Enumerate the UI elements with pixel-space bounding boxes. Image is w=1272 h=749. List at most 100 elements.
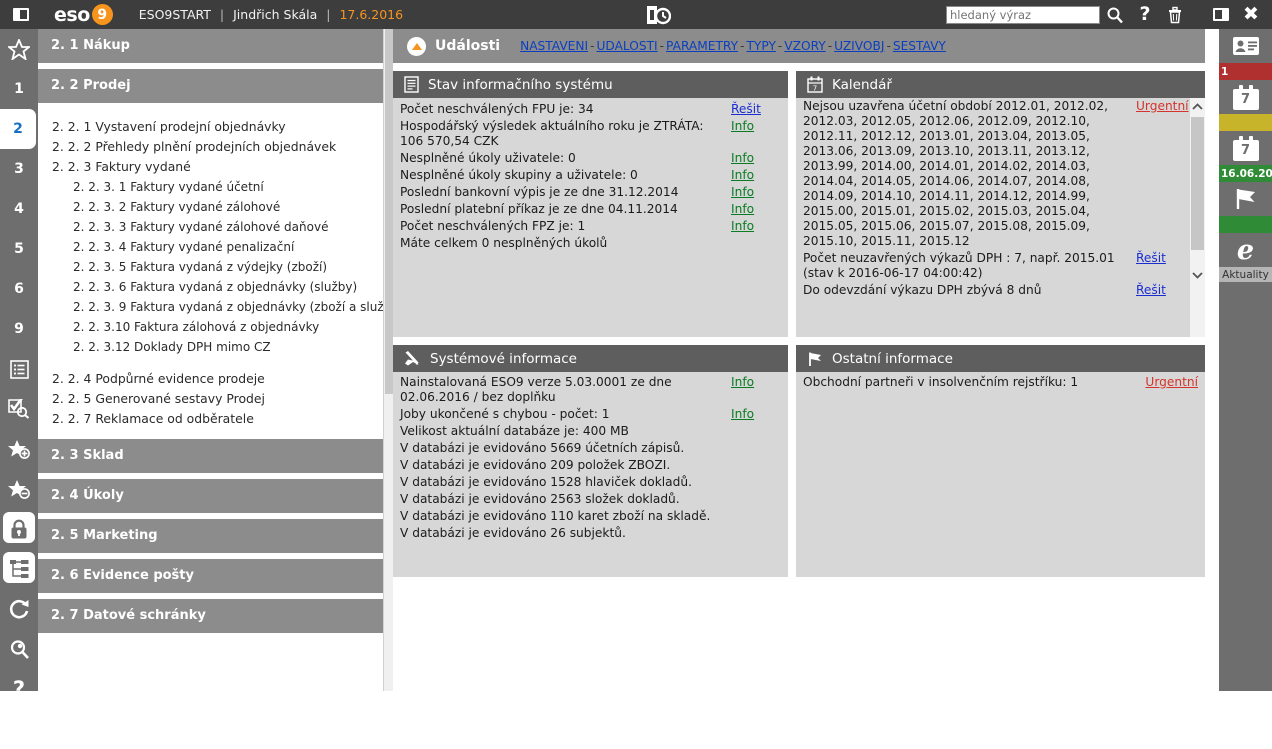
sidebar-item-sitemap[interactable] (0, 549, 38, 589)
row-text: Počet neschválených FPU je: 34 (400, 102, 731, 117)
info-link[interactable]: Info (731, 202, 754, 216)
flag-icon[interactable] (1219, 182, 1272, 216)
sidebar-item-zoom[interactable] (0, 629, 38, 669)
link-typy[interactable]: TYPY (746, 39, 775, 53)
calendar-icon-1[interactable]: 7 (1219, 80, 1272, 114)
sidebar-item-checklist-search[interactable] (0, 389, 38, 429)
info-link[interactable]: Info (731, 219, 754, 233)
aktuality-label[interactable]: Aktuality (1219, 267, 1272, 282)
sidebar-item-module-2[interactable]: 2 (0, 109, 36, 149)
tree-group-sklad[interactable]: 2. 3 Sklad (38, 439, 393, 473)
tree-group-ukoly[interactable]: 2. 4 Úkoly (38, 479, 393, 513)
calendar-status-bar[interactable] (1219, 114, 1272, 131)
close-icon[interactable]: ✖ (1236, 0, 1266, 29)
search-input[interactable] (946, 6, 1100, 24)
row-text: Do odevzdání výkazu DPH zbývá 8 dnů (803, 283, 1136, 298)
urgent-link[interactable]: Urgentní (1145, 375, 1198, 389)
row-text: Počet neuzavřených výkazů DPH : 7, např.… (803, 251, 1136, 281)
panel-toggle-icon[interactable] (6, 8, 36, 21)
info-link[interactable]: Info (731, 407, 754, 421)
urgent-link[interactable]: Urgentní (1136, 99, 1189, 113)
sidebar-item-lock[interactable] (0, 509, 38, 549)
tree-item-2-2-3-5[interactable]: 2. 2. 3. 5 Faktura vydaná z výdejky (zbo… (38, 257, 393, 277)
info-row: Poslední bankovní výpis je ze dne 31.12.… (393, 184, 788, 201)
sidebar-item-module-5[interactable]: 5 (0, 229, 38, 269)
link-udalosti[interactable]: UDALOSTI (596, 39, 657, 53)
tree-group-datove-schranky[interactable]: 2. 7 Datové schránky (38, 599, 393, 633)
tree-item-2-2-1[interactable]: 2. 2. 1 Vystavení prodejní objednávky (38, 117, 393, 137)
window-panel-icon[interactable] (1206, 0, 1236, 29)
tree-group-prodej[interactable]: 2. 2 Prodej (38, 69, 393, 103)
info-link[interactable]: Info (731, 151, 754, 165)
sidebar-item-module-6[interactable]: 6 (0, 269, 38, 309)
sidebar-item-add-favorite[interactable] (0, 429, 38, 469)
info-link[interactable]: Info (731, 185, 754, 199)
tree-item-2-2-3-9[interactable]: 2. 2. 3. 9 Faktura vydaná z objednávky (… (38, 297, 393, 317)
sidebar-item-favorites[interactable] (0, 29, 38, 69)
tree-item-2-2-3-12[interactable]: 2. 2. 3.12 Doklady DPH mimo CZ (38, 337, 393, 357)
resit-link[interactable]: Řešit (1136, 251, 1166, 265)
internet-explorer-icon[interactable]: e (1219, 233, 1272, 267)
tree-item-2-2-3-4[interactable]: 2. 2. 3. 4 Faktury vydané penalizační (38, 237, 393, 257)
search-icon[interactable] (1100, 0, 1130, 29)
history-clock-icon[interactable] (645, 4, 671, 29)
panel-header: Stav informačního systému (393, 71, 788, 98)
row-text: Poslední platební příkaz je ze dne 04.11… (400, 202, 731, 217)
tree-item-2-2-3-6[interactable]: 2. 2. 3. 6 Faktura vydaná z objednávky (… (38, 277, 393, 297)
link-vzory[interactable]: VZORY (784, 39, 825, 53)
sidebar-item-module-4[interactable]: 4 (0, 189, 38, 229)
flag-status-bar[interactable] (1219, 216, 1272, 233)
scroll-down-arrow[interactable] (1190, 266, 1205, 283)
tree-scrollbar-thumb[interactable] (385, 29, 393, 394)
sidebar-item-refresh[interactable] (0, 589, 38, 629)
contact-card-icon[interactable] (1219, 29, 1272, 63)
resit-link[interactable]: Řešit (731, 102, 761, 116)
tree-item-2-2-2[interactable]: 2. 2. 2 Přehledy plnění prodejních objed… (38, 137, 393, 157)
kalendar-scrollbar-thumb[interactable] (1191, 117, 1204, 250)
title-separator-2: | (326, 7, 330, 22)
tree-item-2-2-4[interactable]: 2. 2. 4 Podpůrné evidence prodeje (38, 369, 393, 389)
link-parametry[interactable]: PARAMETRY (666, 39, 738, 53)
link-nastaveni[interactable]: NASTAVENI (520, 39, 588, 53)
help-icon[interactable]: ? (1130, 0, 1160, 29)
sidebar-item-remove-favorite[interactable] (0, 469, 38, 509)
tree-item-2-2-3-1[interactable]: 2. 2. 3. 1 Faktury vydané účetní (38, 177, 393, 197)
sidebar-item-module-3[interactable]: 3 (0, 149, 38, 189)
tree-item-2-2-7[interactable]: 2. 2. 7 Reklamace od odběratele (38, 409, 393, 429)
row-text: Velikost aktuální databáze je: 400 MB (400, 424, 731, 439)
tree-item-2-2-3-2[interactable]: 2. 2. 3. 2 Faktury vydané zálohové (38, 197, 393, 217)
module-9-label: 9 (14, 321, 24, 337)
tree-group-marketing[interactable]: 2. 5 Marketing (38, 519, 393, 553)
tree-scrollbar[interactable] (383, 29, 393, 691)
resit-link[interactable]: Řešit (1136, 283, 1166, 297)
tree-item-2-2-3-10[interactable]: 2. 2. 3.10 Faktura zálohová z objednávky (38, 317, 393, 337)
calendar-date-badge[interactable]: 16.06.201 (1219, 165, 1272, 182)
info-link[interactable]: Info (731, 119, 754, 133)
alert-count-badge[interactable]: 1 (1219, 63, 1272, 80)
tree-item-2-2-5[interactable]: 2. 2. 5 Generované sestavy Prodej (38, 389, 393, 409)
sidebar-item-module-1[interactable]: 1 (0, 69, 38, 109)
sidebar-item-help[interactable]: ? (0, 669, 38, 709)
link-uzivobj[interactable]: UZIVOBJ (834, 39, 884, 53)
sidebar-item-close[interactable]: ✖ (0, 709, 38, 749)
scroll-up-arrow[interactable] (1190, 98, 1205, 115)
module-1-label: 1 (14, 81, 24, 97)
module-4-label: 4 (14, 201, 24, 217)
row-text: V databázi je evidováno 26 subjektů. (400, 526, 731, 541)
tree-group-nakup[interactable]: 2. 1 Nákup (38, 29, 393, 63)
sidebar-item-module-9[interactable]: 9 (0, 309, 38, 349)
info-row: Nesplněné úkoly uživatele: 0 Info (393, 150, 788, 167)
logo-text: eso (54, 4, 90, 26)
link-sestavy[interactable]: SESTAVY (893, 39, 946, 53)
main-content: Události NASTAVENI-UDALOSTI-PARAMETRY-TY… (393, 29, 1219, 691)
tree-item-2-2-3[interactable]: 2. 2. 3 Faktury vydané (38, 157, 393, 177)
sidebar-item-list[interactable] (0, 349, 38, 389)
calendar-icon-2[interactable]: 7 (1219, 131, 1272, 165)
tree-item-2-2-3-3[interactable]: 2. 2. 3. 3 Faktury vydané zálohové daňov… (38, 217, 393, 237)
kalendar-scrollbar[interactable] (1190, 98, 1205, 337)
tree-group-evidence-posty[interactable]: 2. 6 Evidence pošty (38, 559, 393, 593)
info-link[interactable]: Info (731, 375, 754, 389)
panel-body: Nejsou uzavřena účetní období 2012.01, 2… (796, 98, 1205, 337)
trash-icon[interactable] (1160, 0, 1190, 29)
info-link[interactable]: Info (731, 168, 754, 182)
